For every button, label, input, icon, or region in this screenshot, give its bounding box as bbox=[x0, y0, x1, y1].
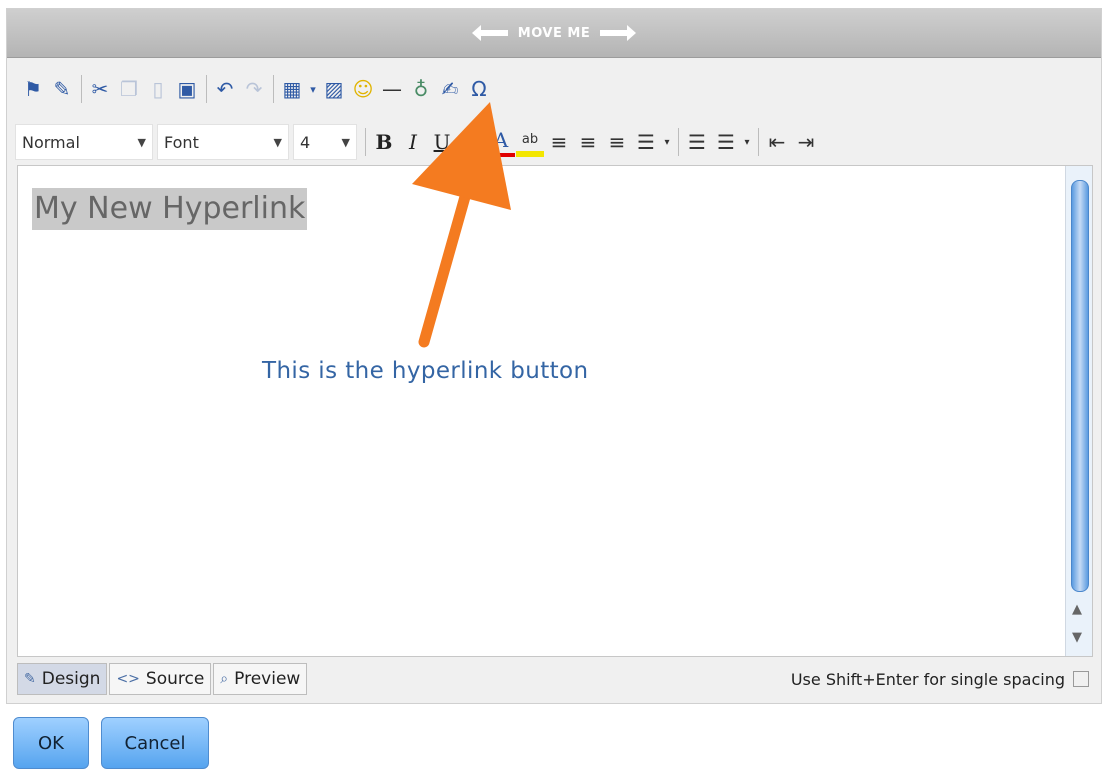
image-icon[interactable]: ▨ bbox=[320, 75, 348, 103]
strikethrough-button[interactable] bbox=[457, 128, 477, 156]
scroll-up-icon[interactable]: ▲ bbox=[1072, 602, 1082, 617]
tab-source-label: Source bbox=[145, 669, 205, 689]
bold-button[interactable]: B bbox=[370, 128, 398, 156]
dialog-title: MOVE ME bbox=[517, 25, 591, 41]
tab-design[interactable]: ✎ Design bbox=[17, 663, 108, 695]
cut-icon[interactable]: ✂ bbox=[86, 75, 114, 103]
font-select[interactable]: Font ▼ bbox=[157, 124, 289, 160]
mode-bar: ✎ Design <> Source ⌕ Preview Use Shift+E… bbox=[17, 659, 1093, 699]
smiley-icon[interactable]: ☺ bbox=[349, 75, 377, 103]
horizontal-rule-icon[interactable]: — bbox=[378, 75, 406, 103]
toolbar-separator bbox=[758, 128, 759, 156]
editor-dialog: MOVE ME ⚑ ✎ ✂ ❐ ▯ ▣ ↶ ↷ ▦ ▾ ▨ ☺ — ♁ ✍ Ω … bbox=[6, 8, 1102, 704]
toolbar-top: ⚑ ✎ ✂ ❐ ▯ ▣ ↶ ↷ ▦ ▾ ▨ ☺ — ♁ ✍ Ω bbox=[7, 61, 1101, 117]
table-icon[interactable]: ▦ bbox=[278, 75, 306, 103]
move-left-arrow-icon bbox=[471, 25, 508, 41]
toolbar-separator bbox=[482, 128, 483, 156]
editor-content-area[interactable]: My New Hyperlink This is the hyperlink b… bbox=[17, 165, 1093, 657]
toolbar-separator bbox=[81, 75, 82, 103]
copy-icon[interactable]: ❐ bbox=[115, 75, 143, 103]
pencil-icon: ✎ bbox=[24, 671, 36, 687]
align-center-icon[interactable]: ≡ bbox=[574, 128, 602, 156]
indent-icon[interactable]: ⇥ bbox=[792, 128, 820, 156]
paragraph-format-value: Normal bbox=[22, 132, 80, 152]
italic-button[interactable]: I bbox=[399, 128, 427, 156]
tab-source[interactable]: <> Source bbox=[109, 663, 212, 695]
spacing-hint: Use Shift+Enter for single spacing bbox=[790, 669, 1065, 689]
annotation-text: This is the hyperlink button bbox=[262, 358, 589, 384]
dialog-titlebar[interactable]: MOVE ME bbox=[7, 9, 1101, 58]
table-dropdown-icon[interactable]: ▾ bbox=[307, 75, 319, 103]
find-icon[interactable]: ⚑ bbox=[19, 75, 47, 103]
hyperlink-icon[interactable]: ♁ bbox=[407, 75, 435, 103]
undo-icon[interactable]: ↶ bbox=[211, 75, 239, 103]
list-dropdown-icon[interactable]: ▾ bbox=[741, 128, 753, 156]
tab-design-label: Design bbox=[41, 669, 101, 689]
scrollbar-thumb[interactable] bbox=[1071, 180, 1089, 592]
resize-handle-icon[interactable] bbox=[1073, 671, 1089, 687]
scroll-down-icon[interactable]: ▼ bbox=[1072, 630, 1082, 645]
paste-word-icon[interactable]: ▣ bbox=[173, 75, 201, 103]
align-left-icon[interactable]: ≡ bbox=[545, 128, 573, 156]
toolbar-separator bbox=[365, 128, 366, 156]
font-value: Font bbox=[164, 132, 199, 152]
move-right-arrow-icon bbox=[600, 25, 637, 41]
font-color-button[interactable]: A bbox=[487, 127, 515, 157]
justify-icon[interactable]: ☰ bbox=[632, 128, 660, 156]
chevron-down-icon: ▼ bbox=[341, 135, 350, 149]
cancel-button[interactable]: Cancel bbox=[101, 717, 209, 769]
paste-icon[interactable]: ▯ bbox=[144, 75, 172, 103]
bulleted-list-icon[interactable]: ☰ bbox=[712, 128, 740, 156]
paragraph-format-select[interactable]: Normal ▼ bbox=[15, 124, 153, 160]
underline-button[interactable]: U bbox=[428, 128, 456, 156]
toolbar-separator bbox=[273, 75, 274, 103]
tab-preview[interactable]: ⌕ Preview bbox=[213, 663, 308, 695]
magnifier-icon: ⌕ bbox=[220, 671, 229, 687]
align-dropdown-icon[interactable]: ▾ bbox=[661, 128, 673, 156]
font-size-value: 4 bbox=[300, 132, 311, 152]
chevron-down-icon: ▼ bbox=[273, 135, 282, 149]
outdent-icon[interactable]: ⇤ bbox=[763, 128, 791, 156]
toolbar-separator bbox=[678, 128, 679, 156]
redo-icon[interactable]: ↷ bbox=[240, 75, 268, 103]
ok-button[interactable]: OK bbox=[13, 717, 89, 769]
chevron-down-icon: ▼ bbox=[137, 135, 146, 149]
align-right-icon[interactable]: ≡ bbox=[603, 128, 631, 156]
code-icon: <> bbox=[116, 671, 140, 687]
tab-preview-label: Preview bbox=[234, 669, 301, 689]
font-size-select[interactable]: 4 ▼ bbox=[293, 124, 357, 160]
highlight-button[interactable]: ab bbox=[516, 127, 544, 157]
numbered-list-icon[interactable]: ☰ bbox=[683, 128, 711, 156]
spellcheck-icon[interactable]: ✎ bbox=[48, 75, 76, 103]
special-character-icon[interactable]: Ω bbox=[465, 75, 493, 103]
selected-hyperlink-text[interactable]: My New Hyperlink bbox=[32, 188, 308, 230]
format-painter-icon[interactable]: ✍ bbox=[436, 75, 464, 103]
toolbar-bottom: Normal ▼ Font ▼ 4 ▼ B I U A ab ≡ ≡ ≡ ☰ ▾… bbox=[7, 117, 1101, 167]
vertical-scrollbar[interactable]: ▲ ▼ bbox=[1065, 166, 1092, 656]
toolbar-separator bbox=[206, 75, 207, 103]
